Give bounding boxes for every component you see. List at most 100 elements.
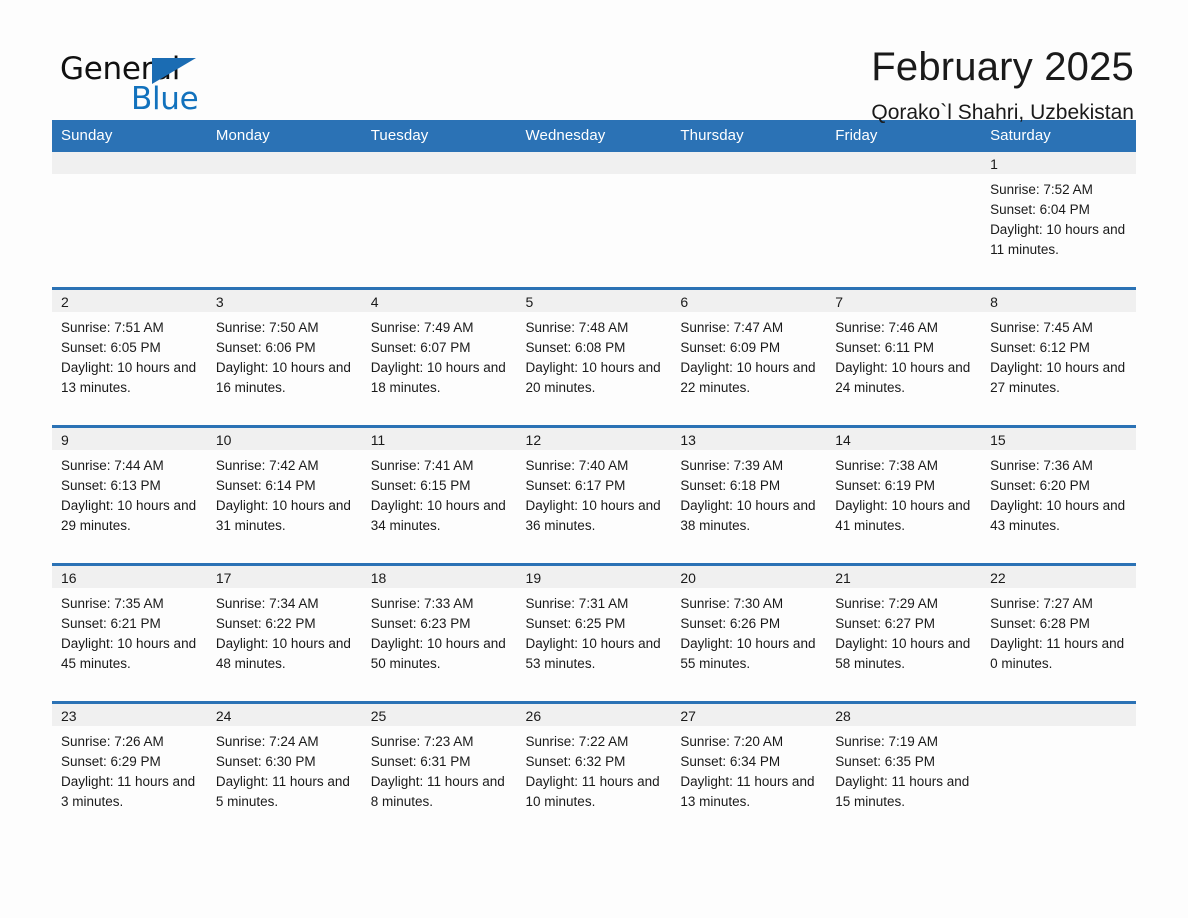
- day-details: Sunrise: 7:48 AM Sunset: 6:08 PM Daylight:…: [517, 312, 672, 398]
- calendar-day-cell[interactable]: 2 Sunrise: 7:51 AM Sunset: 6:05 PM Daylight…: [52, 287, 207, 427]
- day-number: 28: [826, 704, 982, 726]
- calendar-day-cell-empty: [671, 152, 827, 289]
- daylight-duration: Daylight: 10 hours and 43 minutes.: [990, 498, 1126, 533]
- sunset-time: Sunset: 6:28 PM: [990, 616, 1090, 631]
- day-number: 9: [52, 428, 207, 450]
- sunrise-sunset-calendar: Sunday Monday Tuesday Wednesday Thursday Frid…: [52, 120, 1136, 839]
- day-number: 26: [516, 704, 672, 726]
- title-block: February 2025 Qorako`l Shahri, Uzbekista…: [871, 44, 1136, 125]
- sunset-time: Sunset: 6:27 PM: [835, 616, 936, 631]
- sunrise-time: Sunrise: 7:26 AM: [61, 734, 164, 749]
- daylight-duration: Daylight: 10 hours and 41 minutes.: [835, 498, 971, 533]
- calendar-day-cell[interactable]: 5 Sunrise: 7:48 AM Sunset: 6:08 PM Daylight…: [516, 287, 672, 427]
- weekday-header-thursday: Thursday: [671, 120, 827, 152]
- day-details: Sunrise: 7:29 AM Sunset: 6:27 PM Daylight:…: [826, 588, 981, 674]
- calendar-day-cell[interactable]: 11 Sunrise: 7:41 AM Sunset: 6:15 PM Dayligh…: [361, 425, 517, 565]
- daylight-duration: Daylight: 10 hours and 34 minutes.: [370, 498, 506, 533]
- sunset-time: Sunset: 6:29 PM: [61, 754, 161, 769]
- sunrise-time: Sunrise: 7:40 AM: [525, 458, 629, 473]
- sunrise-time: Sunrise: 7:50 AM: [215, 320, 319, 335]
- calendar-body: 1 Sunrise: 7:52 AM Sunset: 6:04 PM Daylight…: [52, 152, 1136, 839]
- day-details: Sunrise: 7:44 AM Sunset: 6:13 PM Daylight:…: [52, 450, 207, 536]
- calendar-day-cell[interactable]: 13 Sunrise: 7:39 AM Sunset: 6:18 PM Dayligh…: [671, 425, 827, 565]
- calendar-day-cell[interactable]: 22 Sunrise: 7:27 AM Sunset: 6:28 PM Dayligh…: [981, 563, 1136, 703]
- day-number: 18: [361, 566, 517, 588]
- calendar-page: General Blue February 2025 Qorako`l Shah…: [0, 0, 1188, 918]
- calendar-day-cell[interactable]: 15 Sunrise: 7:36 AM Sunset: 6:20 PM Dayligh…: [981, 425, 1136, 565]
- day-details: Sunrise: 7:30 AM Sunset: 6:26 PM Daylight:…: [671, 588, 826, 674]
- day-number: 14: [826, 428, 982, 450]
- calendar-day-cell[interactable]: 1 Sunrise: 7:52 AM Sunset: 6:04 PM Daylight…: [981, 152, 1136, 289]
- sunrise-time: Sunrise: 7:45 AM: [990, 320, 1093, 335]
- sunrise-time: Sunrise: 7:35 AM: [61, 596, 164, 611]
- day-number: [52, 152, 207, 174]
- sunset-time: Sunset: 6:31 PM: [370, 754, 471, 769]
- day-number: 25: [361, 704, 517, 726]
- daylight-duration: Daylight: 10 hours and 50 minutes.: [370, 636, 506, 671]
- sunset-time: Sunset: 6:21 PM: [61, 616, 161, 631]
- weekday-header-monday: Monday: [206, 120, 362, 152]
- day-number: 17: [206, 566, 362, 588]
- calendar-day-cell[interactable]: 18 Sunrise: 7:33 AM Sunset: 6:23 PM Dayligh…: [361, 563, 517, 703]
- page-title: February 2025: [871, 45, 1134, 89]
- calendar-day-cell[interactable]: 14 Sunrise: 7:38 AM Sunset: 6:19 PM Dayligh…: [826, 425, 982, 565]
- calendar-day-cell[interactable]: 10 Sunrise: 7:42 AM Sunset: 6:14 PM Dayligh…: [206, 425, 362, 565]
- sunset-time: Sunset: 6:23 PM: [370, 616, 471, 631]
- sunrise-time: Sunrise: 7:49 AM: [370, 320, 474, 335]
- weekday-header-sunday: Sunday: [52, 120, 207, 152]
- sunset-time: Sunset: 6:30 PM: [215, 754, 316, 769]
- day-details: Sunrise: 7:31 AM Sunset: 6:25 PM Daylight:…: [517, 588, 672, 674]
- sunset-time: Sunset: 6:15 PM: [370, 478, 471, 493]
- day-details: Sunrise: 7:35 AM Sunset: 6:21 PM Daylight:…: [52, 588, 207, 674]
- calendar-week-row: 16 Sunrise: 7:35 AM Sunset: 6:21 PM Dayligh…: [52, 563, 1136, 703]
- day-number: [206, 152, 362, 174]
- sunrise-time: Sunrise: 7:33 AM: [370, 596, 474, 611]
- day-number: 24: [206, 704, 362, 726]
- sunset-time: Sunset: 6:11 PM: [835, 340, 935, 355]
- calendar-day-cell[interactable]: 16 Sunrise: 7:35 AM Sunset: 6:21 PM Dayligh…: [52, 563, 207, 703]
- day-number: 2: [52, 290, 207, 312]
- sunset-time: Sunset: 6:17 PM: [525, 478, 626, 493]
- calendar-day-cell-empty: [981, 701, 1136, 839]
- calendar-day-cell-empty: [826, 152, 982, 289]
- sunset-time: Sunset: 6:32 PM: [525, 754, 626, 769]
- generalblue-logo[interactable]: General Blue: [52, 44, 202, 122]
- calendar-day-cell[interactable]: 20 Sunrise: 7:30 AM Sunset: 6:26 PM Dayligh…: [671, 563, 827, 703]
- calendar-day-cell[interactable]: 21 Sunrise: 7:29 AM Sunset: 6:27 PM Dayligh…: [826, 563, 982, 703]
- calendar-day-cell[interactable]: 28 Sunrise: 7:19 AM Sunset: 6:35 PM Dayligh…: [826, 701, 982, 839]
- day-number: 3: [206, 290, 362, 312]
- weekday-header-wednesday: Wednesday: [516, 120, 672, 152]
- day-details: Sunrise: 7:23 AM Sunset: 6:31 PM Daylight:…: [362, 726, 517, 812]
- location-subtitle: Qorako`l Shahri, Uzbekistan: [871, 101, 1134, 124]
- calendar-day-cell[interactable]: 17 Sunrise: 7:34 AM Sunset: 6:22 PM Dayligh…: [206, 563, 362, 703]
- calendar-day-cell[interactable]: 3 Sunrise: 7:50 AM Sunset: 6:06 PM Daylight…: [206, 287, 362, 427]
- calendar-day-cell[interactable]: 12 Sunrise: 7:40 AM Sunset: 6:17 PM Dayligh…: [516, 425, 672, 565]
- calendar-day-cell[interactable]: 8 Sunrise: 7:45 AM Sunset: 6:12 PM Daylight…: [981, 287, 1136, 427]
- sunrise-time: Sunrise: 7:19 AM: [835, 734, 939, 749]
- calendar-day-cell[interactable]: 4 Sunrise: 7:49 AM Sunset: 6:07 PM Daylight…: [361, 287, 517, 427]
- daylight-duration: Daylight: 10 hours and 48 minutes.: [215, 636, 351, 671]
- calendar-day-cell[interactable]: 23 Sunrise: 7:26 AM Sunset: 6:29 PM Dayligh…: [52, 701, 207, 839]
- calendar-day-cell-empty: [206, 152, 362, 289]
- sunset-time: Sunset: 6:13 PM: [61, 478, 161, 493]
- calendar-day-cell[interactable]: 27 Sunrise: 7:20 AM Sunset: 6:34 PM Dayligh…: [671, 701, 827, 839]
- day-number: 21: [826, 566, 982, 588]
- calendar-day-cell[interactable]: 19 Sunrise: 7:31 AM Sunset: 6:25 PM Dayligh…: [516, 563, 672, 703]
- daylight-duration: Daylight: 11 hours and 10 minutes.: [525, 774, 660, 809]
- calendar-day-cell[interactable]: 24 Sunrise: 7:24 AM Sunset: 6:30 PM Dayligh…: [206, 701, 362, 839]
- day-details: Sunrise: 7:46 AM Sunset: 6:11 PM Daylight:…: [826, 312, 981, 398]
- daylight-duration: Daylight: 10 hours and 22 minutes.: [680, 360, 816, 395]
- calendar-day-cell[interactable]: 26 Sunrise: 7:22 AM Sunset: 6:32 PM Dayligh…: [516, 701, 672, 839]
- sunrise-time: Sunrise: 7:51 AM: [61, 320, 164, 335]
- day-details: Sunrise: 7:27 AM Sunset: 6:28 PM Daylight:…: [981, 588, 1136, 674]
- day-details: Sunrise: 7:24 AM Sunset: 6:30 PM Daylight:…: [207, 726, 362, 812]
- sunrise-time: Sunrise: 7:27 AM: [990, 596, 1093, 611]
- day-details: Sunrise: 7:52 AM Sunset: 6:04 PM Daylight:…: [981, 174, 1136, 260]
- calendar-day-cell[interactable]: 25 Sunrise: 7:23 AM Sunset: 6:31 PM Dayligh…: [361, 701, 517, 839]
- calendar-day-cell[interactable]: 7 Sunrise: 7:46 AM Sunset: 6:11 PM Daylight…: [826, 287, 982, 427]
- day-number: 5: [516, 290, 672, 312]
- day-details: Sunrise: 7:34 AM Sunset: 6:22 PM Daylight:…: [207, 588, 362, 674]
- sunset-time: Sunset: 6:18 PM: [680, 478, 781, 493]
- calendar-day-cell[interactable]: 6 Sunrise: 7:47 AM Sunset: 6:09 PM Daylight…: [671, 287, 827, 427]
- calendar-day-cell[interactable]: 9 Sunrise: 7:44 AM Sunset: 6:13 PM Daylight…: [52, 425, 207, 565]
